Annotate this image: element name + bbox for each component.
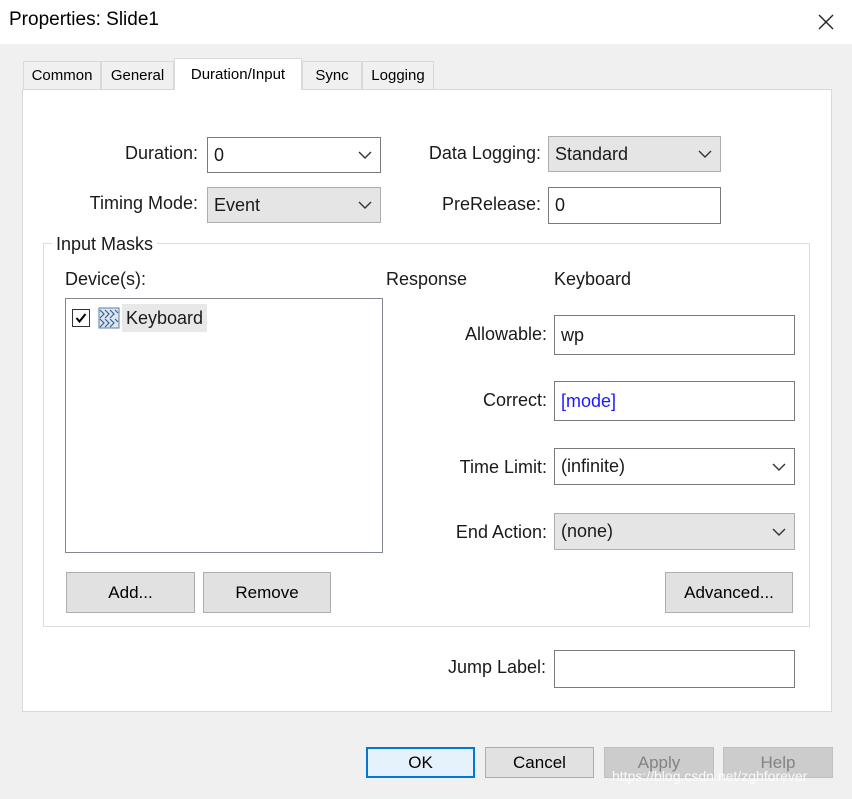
duration-combo[interactable]: 0 — [207, 137, 381, 173]
tab-general[interactable]: General — [101, 61, 174, 89]
correct-input[interactable]: [mode] — [554, 381, 795, 421]
data-logging-combo[interactable]: Standard — [548, 136, 721, 172]
close-button[interactable] — [808, 6, 844, 38]
remove-device-button[interactable]: Remove — [203, 572, 331, 613]
close-icon — [818, 14, 834, 30]
end-action-label: End Action: — [455, 522, 547, 542]
advanced-button[interactable]: Advanced... — [665, 572, 793, 613]
chevron-down-icon — [772, 528, 786, 536]
response-header: Response — [386, 269, 468, 289]
devices-label: Device(s): — [65, 269, 147, 289]
chevron-down-icon — [358, 151, 372, 159]
prerelease-value: 0 — [555, 195, 566, 215]
tab-logging[interactable]: Logging — [362, 61, 434, 89]
correct-label: Correct: — [482, 390, 547, 410]
cancel-button[interactable]: Cancel — [485, 747, 594, 778]
timing-mode-label: Timing Mode: — [89, 193, 198, 213]
tab-sync[interactable]: Sync — [302, 61, 362, 89]
duration-value: 0 — [214, 144, 225, 165]
data-logging-label: Data Logging: — [428, 143, 541, 163]
keyboard-device-label: Keyboard — [122, 304, 208, 332]
check-icon — [75, 313, 87, 324]
tab-common[interactable]: Common — [23, 61, 101, 89]
ok-button[interactable]: OK — [366, 747, 475, 778]
chevron-down-icon — [698, 150, 712, 158]
prerelease-input[interactable]: 0 — [548, 187, 721, 224]
keyboard-icon — [98, 307, 120, 329]
time-limit-label: Time Limit: — [459, 457, 547, 477]
jump-label-label: Jump Label: — [447, 657, 546, 677]
timing-mode-value: Event — [214, 194, 261, 215]
correct-value: [mode] — [561, 390, 617, 411]
add-device-button[interactable]: Add... — [66, 572, 195, 613]
window-title: Properties: Slide1 — [9, 9, 159, 30]
tab-duration-input[interactable]: Duration/Input — [174, 58, 302, 90]
time-limit-value: (infinite) — [561, 456, 626, 476]
prerelease-label: PreRelease: — [441, 194, 541, 214]
allowable-label: Allowable: — [464, 324, 547, 344]
list-item[interactable]: Keyboard — [72, 304, 208, 332]
time-limit-combo[interactable]: (infinite) — [554, 448, 795, 485]
input-masks-legend: Input Masks — [52, 234, 158, 255]
device-header: Keyboard — [554, 269, 632, 289]
watermark: https://blog.csdn.net/zghforever — [612, 768, 808, 784]
chevron-down-icon — [772, 463, 786, 471]
allowable-value: wp — [561, 324, 585, 345]
allowable-input[interactable]: wp — [554, 315, 795, 355]
end-action-combo[interactable]: (none) — [554, 513, 795, 550]
data-logging-value: Standard — [555, 143, 629, 164]
timing-mode-combo[interactable]: Event — [207, 187, 381, 223]
devices-list[interactable] — [65, 298, 383, 553]
keyboard-checkbox[interactable] — [72, 309, 90, 327]
jump-label-input[interactable] — [554, 650, 795, 688]
chevron-down-icon — [358, 201, 372, 209]
end-action-value: (none) — [561, 521, 614, 541]
duration-label: Duration: — [124, 143, 198, 163]
